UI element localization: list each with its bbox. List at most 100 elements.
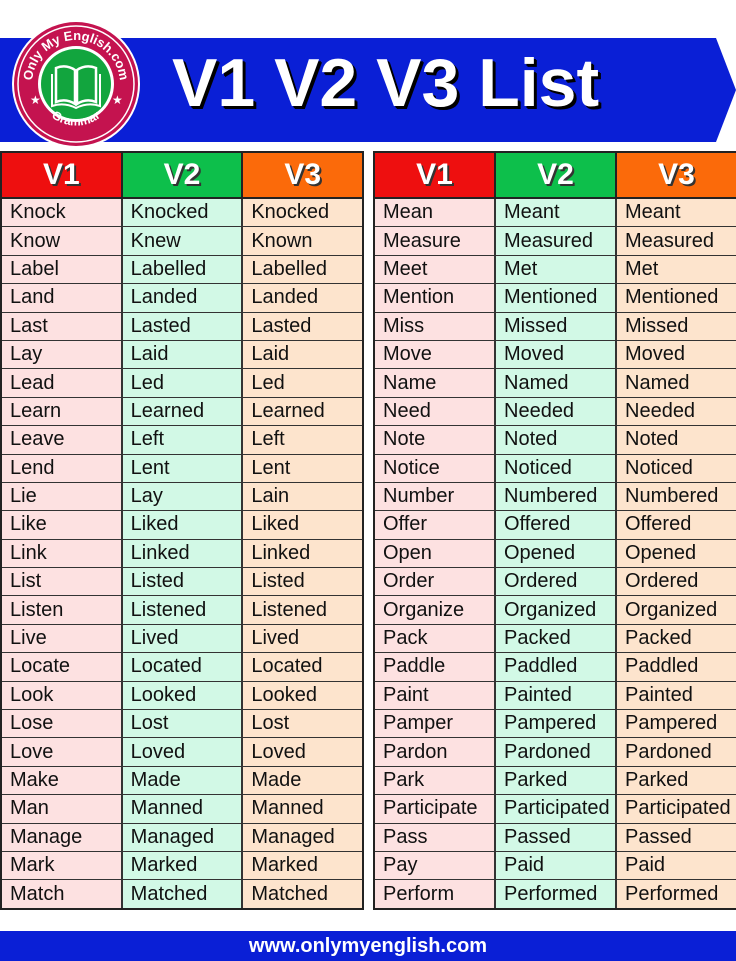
v2-cell: Lent [122, 454, 244, 482]
table-row: Link Linked Linked [2, 539, 363, 569]
v3-cell: Passed [617, 823, 736, 851]
v2-cell: Numbered [496, 482, 617, 511]
v1-cell: Lend [2, 454, 123, 482]
v2-cell: Pampered [496, 710, 617, 738]
v3-cell: Listened [243, 596, 363, 624]
table-row: Open Opened Opened [375, 539, 736, 569]
table-row: Look Looked Looked [2, 681, 363, 711]
v3-cell: Noted [617, 426, 736, 454]
v2-cell: Offered [496, 511, 617, 539]
table-header-row: V1 V2 V3 [375, 153, 736, 199]
v3-cell: Moved [617, 340, 736, 369]
v1-cell: Pay [375, 851, 496, 880]
v3-cell: Lain [243, 482, 363, 511]
v1-cell: Lead [2, 369, 123, 397]
v2-cell: Noted [496, 426, 617, 454]
table-row: Need Needed Needed [375, 397, 736, 427]
footer-bar: www.onlymyenglish.com [0, 931, 736, 961]
v3-cell: Known [243, 227, 363, 255]
v2-cell: Looked [122, 681, 244, 710]
v1-cell: Paint [375, 681, 496, 710]
table-row: Manage Managed Managed [2, 823, 363, 852]
v2-cell: Listed [122, 568, 244, 596]
v2-cell: Packed [496, 624, 617, 653]
v1-cell: Perform [375, 880, 496, 908]
v1-cell: Lie [2, 482, 123, 511]
v3-cell: Needed [617, 397, 736, 426]
v3-cell: Laid [243, 340, 363, 369]
v2-cell: Laid [122, 340, 244, 369]
v3-cell: Labelled [243, 255, 363, 284]
v1-cell: Leave [2, 426, 123, 454]
v3-cell: Made [243, 766, 363, 795]
table-row: Lie Lay Lain [2, 482, 363, 512]
table-row: Mark Marked Marked [2, 851, 363, 881]
v1-cell: Order [375, 568, 496, 596]
v2-cell: Labelled [122, 255, 244, 284]
v1-cell: Live [2, 624, 123, 653]
site-logo: Only My English.com Grammar ★ ★ [10, 18, 142, 150]
table-row: Organize Organized Organized [375, 596, 736, 625]
v3-cell: Loved [243, 738, 363, 766]
v1-cell: Last [2, 312, 123, 340]
v2-cell: Marked [122, 851, 244, 880]
column-header-v2: V2 [122, 153, 244, 197]
v2-cell: Lasted [122, 312, 244, 340]
column-header-v1: V1 [2, 153, 123, 197]
v3-cell: Managed [243, 823, 363, 851]
v3-cell: Performed [617, 880, 736, 908]
v2-cell: Led [122, 369, 244, 397]
v1-cell: Listen [2, 596, 123, 624]
v2-cell: Located [122, 653, 244, 681]
column-header-v3: V3 [617, 153, 736, 197]
v1-cell: Pardon [375, 738, 496, 766]
table-row: Like Liked Liked [2, 511, 363, 540]
v1-cell: Lose [2, 710, 123, 738]
v3-cell: Participated [617, 795, 736, 823]
v1-cell: Make [2, 766, 123, 795]
v2-cell: Meant [496, 199, 617, 227]
table-row: Number Numbered Numbered [375, 482, 736, 512]
v3-cell: Paid [617, 851, 736, 880]
table-row: Miss Missed Missed [375, 312, 736, 341]
v1-cell: Like [2, 511, 123, 539]
v3-cell: Parked [617, 766, 736, 795]
v2-cell: Organized [496, 596, 617, 624]
v2-cell: Landed [122, 284, 244, 312]
v3-cell: Ordered [617, 568, 736, 596]
v2-cell: Missed [496, 312, 617, 340]
table-row: Make Made Made [2, 766, 363, 796]
v1-cell: Land [2, 284, 123, 312]
v3-cell: Landed [243, 284, 363, 312]
v3-cell: Noticed [617, 454, 736, 482]
v2-cell: Manned [122, 795, 244, 823]
v3-cell: Linked [243, 539, 363, 568]
v2-cell: Mentioned [496, 284, 617, 312]
column-header-v1: V1 [375, 153, 496, 197]
v2-cell: Met [496, 255, 617, 284]
table-row: Man Manned Manned [2, 795, 363, 824]
v3-cell: Paddled [617, 653, 736, 681]
table-row: Leave Left Left [2, 426, 363, 455]
v2-cell: Parked [496, 766, 617, 795]
table-row: Note Noted Noted [375, 426, 736, 455]
v3-cell: Marked [243, 851, 363, 880]
v3-cell: Lost [243, 710, 363, 738]
v1-cell: Mark [2, 851, 123, 880]
v3-cell: Manned [243, 795, 363, 823]
table-row: Know Knew Known [2, 227, 363, 256]
v1-cell: Park [375, 766, 496, 795]
v2-cell: Opened [496, 539, 617, 568]
v1-cell: Open [375, 539, 496, 568]
v2-cell: Needed [496, 397, 617, 426]
v3-cell: Named [617, 369, 736, 397]
table-row: Order Ordered Ordered [375, 568, 736, 597]
v2-cell: Lost [122, 710, 244, 738]
website-url[interactable]: www.onlymyenglish.com [249, 935, 487, 958]
v3-cell: Lived [243, 624, 363, 653]
table-row: Measure Measured Measured [375, 227, 736, 256]
table-row: Paint Painted Painted [375, 681, 736, 711]
table-row: Lend Lent Lent [2, 454, 363, 483]
v2-cell: Named [496, 369, 617, 397]
table-row: Lose Lost Lost [2, 710, 363, 739]
